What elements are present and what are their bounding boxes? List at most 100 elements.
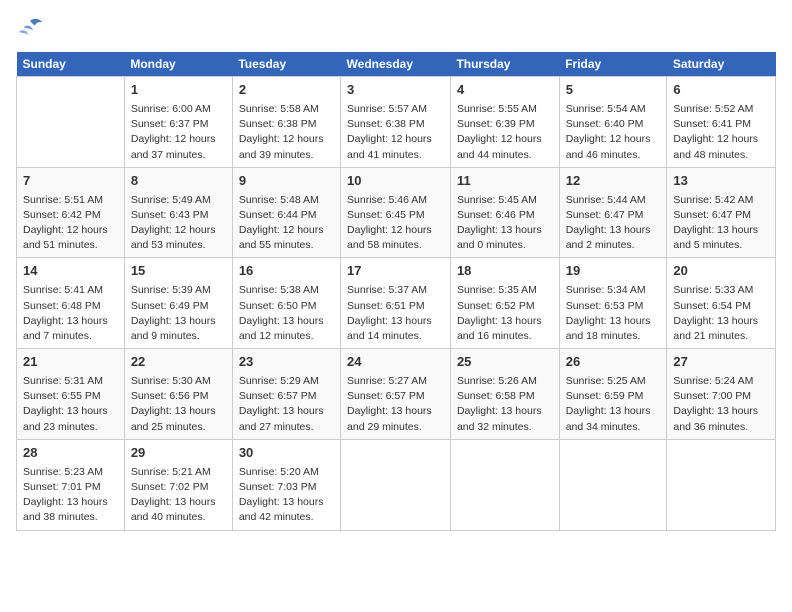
calendar-cell: 2 Sunrise: 5:58 AM Sunset: 6:38 PM Daylig… <box>232 77 340 168</box>
calendar-cell <box>667 439 776 530</box>
day-info: Sunrise: 5:54 AM Sunset: 6:40 PM Dayligh… <box>566 102 661 163</box>
logo <box>16 16 48 40</box>
calendar-cell: 26 Sunrise: 5:25 AM Sunset: 6:59 PM Dayli… <box>559 349 667 440</box>
day-info: Sunrise: 5:41 AM Sunset: 6:48 PM Dayligh… <box>23 283 118 344</box>
calendar-cell: 27Sunrise: 5:24 AM Sunset: 7:00 PM Dayli… <box>667 349 776 440</box>
calendar-cell: 16Sunrise: 5:38 AM Sunset: 6:50 PM Dayli… <box>232 258 340 349</box>
calendar-cell: 3 Sunrise: 5:57 AM Sunset: 6:38 PM Daylig… <box>341 77 451 168</box>
day-number: 17 <box>347 262 444 281</box>
day-number: 6 <box>673 81 769 100</box>
day-number: 11 <box>457 172 553 191</box>
calendar-cell: 17Sunrise: 5:37 AM Sunset: 6:51 PM Dayli… <box>341 258 451 349</box>
calendar-cell <box>341 439 451 530</box>
day-number: 16 <box>239 262 334 281</box>
day-number: 22 <box>131 353 226 372</box>
calendar-cell: 20 Sunrise: 5:33 AM Sunset: 6:54 PM Dayli… <box>667 258 776 349</box>
calendar-header-row: SundayMondayTuesdayWednesdayThursdayFrid… <box>17 52 776 77</box>
calendar-cell: 24 Sunrise: 5:27 AM Sunset: 6:57 PM Dayli… <box>341 349 451 440</box>
day-number: 10 <box>347 172 444 191</box>
day-info: Sunrise: 5:57 AM Sunset: 6:38 PM Dayligh… <box>347 102 444 163</box>
day-number: 4 <box>457 81 553 100</box>
day-number: 28 <box>23 444 118 463</box>
calendar-week-5: 28 Sunrise: 5:23 AM Sunset: 7:01 PM Dayli… <box>17 439 776 530</box>
day-info: Sunrise: 5:27 AM Sunset: 6:57 PM Dayligh… <box>347 374 444 435</box>
page-header <box>16 16 776 40</box>
day-info: Sunrise: 5:29 AM Sunset: 6:57 PM Dayligh… <box>239 374 334 435</box>
calendar-week-4: 21 Sunrise: 5:31 AM Sunset: 6:55 PM Dayli… <box>17 349 776 440</box>
calendar-cell: 19Sunrise: 5:34 AM Sunset: 6:53 PM Dayli… <box>559 258 667 349</box>
day-number: 25 <box>457 353 553 372</box>
day-number: 14 <box>23 262 118 281</box>
calendar-cell: 4Sunrise: 5:55 AM Sunset: 6:39 PM Daylig… <box>450 77 559 168</box>
day-number: 9 <box>239 172 334 191</box>
weekday-header-sunday: Sunday <box>17 52 125 77</box>
calendar-cell: 1 Sunrise: 6:00 AM Sunset: 6:37 PM Daylig… <box>124 77 232 168</box>
day-info: Sunrise: 5:45 AM Sunset: 6:46 PM Dayligh… <box>457 193 553 254</box>
weekday-header-saturday: Saturday <box>667 52 776 77</box>
day-info: Sunrise: 5:39 AM Sunset: 6:49 PM Dayligh… <box>131 283 226 344</box>
day-number: 8 <box>131 172 226 191</box>
day-info: Sunrise: 5:33 AM Sunset: 6:54 PM Dayligh… <box>673 283 769 344</box>
day-number: 13 <box>673 172 769 191</box>
day-info: Sunrise: 5:21 AM Sunset: 7:02 PM Dayligh… <box>131 465 226 526</box>
day-info: Sunrise: 5:25 AM Sunset: 6:59 PM Dayligh… <box>566 374 661 435</box>
calendar-cell: 14 Sunrise: 5:41 AM Sunset: 6:48 PM Dayli… <box>17 258 125 349</box>
day-number: 21 <box>23 353 118 372</box>
calendar-cell: 6 Sunrise: 5:52 AM Sunset: 6:41 PM Daylig… <box>667 77 776 168</box>
day-info: Sunrise: 5:46 AM Sunset: 6:45 PM Dayligh… <box>347 193 444 254</box>
day-number: 20 <box>673 262 769 281</box>
weekday-header-wednesday: Wednesday <box>341 52 451 77</box>
calendar-week-2: 7 Sunrise: 5:51 AM Sunset: 6:42 PM Daylig… <box>17 167 776 258</box>
day-info: Sunrise: 5:49 AM Sunset: 6:43 PM Dayligh… <box>131 193 226 254</box>
calendar-cell: 23 Sunrise: 5:29 AM Sunset: 6:57 PM Dayli… <box>232 349 340 440</box>
day-number: 12 <box>566 172 661 191</box>
weekday-header-tuesday: Tuesday <box>232 52 340 77</box>
calendar-cell: 12 Sunrise: 5:44 AM Sunset: 6:47 PM Dayli… <box>559 167 667 258</box>
day-number: 26 <box>566 353 661 372</box>
day-number: 7 <box>23 172 118 191</box>
day-info: Sunrise: 6:00 AM Sunset: 6:37 PM Dayligh… <box>131 102 226 163</box>
calendar-cell: 5 Sunrise: 5:54 AM Sunset: 6:40 PM Daylig… <box>559 77 667 168</box>
day-info: Sunrise: 5:52 AM Sunset: 6:41 PM Dayligh… <box>673 102 769 163</box>
calendar-cell: 28 Sunrise: 5:23 AM Sunset: 7:01 PM Dayli… <box>17 439 125 530</box>
calendar-week-3: 14 Sunrise: 5:41 AM Sunset: 6:48 PM Dayli… <box>17 258 776 349</box>
day-info: Sunrise: 5:51 AM Sunset: 6:42 PM Dayligh… <box>23 193 118 254</box>
weekday-header-thursday: Thursday <box>450 52 559 77</box>
day-info: Sunrise: 5:44 AM Sunset: 6:47 PM Dayligh… <box>566 193 661 254</box>
day-info: Sunrise: 5:23 AM Sunset: 7:01 PM Dayligh… <box>23 465 118 526</box>
weekday-header-friday: Friday <box>559 52 667 77</box>
calendar-cell: 30Sunrise: 5:20 AM Sunset: 7:03 PM Dayli… <box>232 439 340 530</box>
calendar-cell: 21 Sunrise: 5:31 AM Sunset: 6:55 PM Dayli… <box>17 349 125 440</box>
calendar-cell: 13Sunrise: 5:42 AM Sunset: 6:47 PM Dayli… <box>667 167 776 258</box>
day-number: 24 <box>347 353 444 372</box>
calendar-table: SundayMondayTuesdayWednesdayThursdayFrid… <box>16 52 776 531</box>
day-info: Sunrise: 5:30 AM Sunset: 6:56 PM Dayligh… <box>131 374 226 435</box>
day-number: 23 <box>239 353 334 372</box>
calendar-cell: 29 Sunrise: 5:21 AM Sunset: 7:02 PM Dayli… <box>124 439 232 530</box>
day-info: Sunrise: 5:31 AM Sunset: 6:55 PM Dayligh… <box>23 374 118 435</box>
day-number: 3 <box>347 81 444 100</box>
calendar-cell <box>17 77 125 168</box>
calendar-cell: 22 Sunrise: 5:30 AM Sunset: 6:56 PM Dayli… <box>124 349 232 440</box>
calendar-cell: 10 Sunrise: 5:46 AM Sunset: 6:45 PM Dayli… <box>341 167 451 258</box>
day-number: 30 <box>239 444 334 463</box>
day-number: 29 <box>131 444 226 463</box>
calendar-cell: 25 Sunrise: 5:26 AM Sunset: 6:58 PM Dayli… <box>450 349 559 440</box>
day-number: 2 <box>239 81 334 100</box>
day-info: Sunrise: 5:24 AM Sunset: 7:00 PM Dayligh… <box>673 374 769 435</box>
day-number: 5 <box>566 81 661 100</box>
calendar-body: 1 Sunrise: 6:00 AM Sunset: 6:37 PM Daylig… <box>17 77 776 531</box>
day-info: Sunrise: 5:26 AM Sunset: 6:58 PM Dayligh… <box>457 374 553 435</box>
calendar-cell: 11 Sunrise: 5:45 AM Sunset: 6:46 PM Dayli… <box>450 167 559 258</box>
day-number: 18 <box>457 262 553 281</box>
calendar-cell: 9Sunrise: 5:48 AM Sunset: 6:44 PM Daylig… <box>232 167 340 258</box>
day-number: 1 <box>131 81 226 100</box>
calendar-cell: 18Sunrise: 5:35 AM Sunset: 6:52 PM Dayli… <box>450 258 559 349</box>
day-info: Sunrise: 5:58 AM Sunset: 6:38 PM Dayligh… <box>239 102 334 163</box>
calendar-cell: 7 Sunrise: 5:51 AM Sunset: 6:42 PM Daylig… <box>17 167 125 258</box>
calendar-cell <box>559 439 667 530</box>
day-number: 15 <box>131 262 226 281</box>
logo-icon <box>16 16 44 40</box>
calendar-cell <box>450 439 559 530</box>
day-info: Sunrise: 5:34 AM Sunset: 6:53 PM Dayligh… <box>566 283 661 344</box>
